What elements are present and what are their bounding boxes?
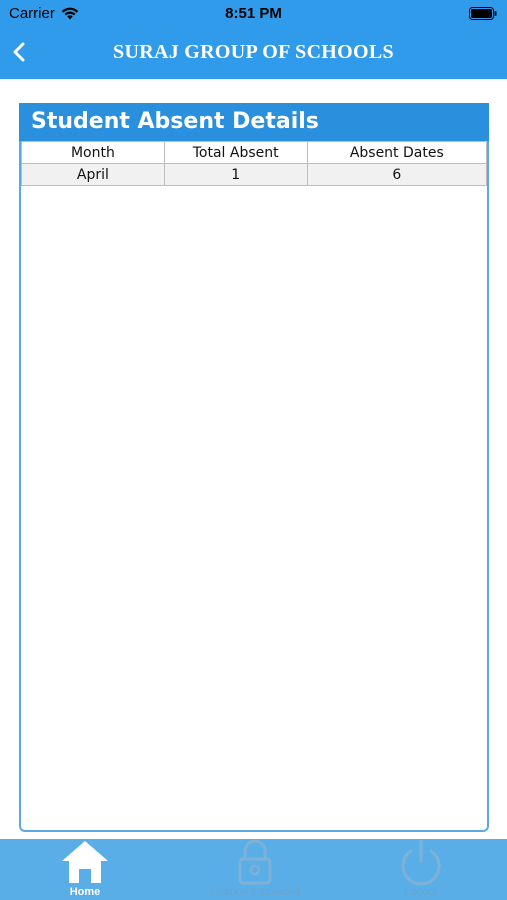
tab-change-password[interactable]: Change Password — [190, 839, 320, 900]
cell-month: April — [21, 163, 165, 186]
power-icon — [401, 839, 441, 886]
clock: 8:51 PM — [225, 5, 282, 22]
page-title: SURAJ GROUP OF SCHOOLS — [113, 41, 394, 63]
table-row[interactable]: April 1 6 — [21, 163, 488, 186]
column-header-month: Month — [21, 141, 165, 164]
tab-change-password-label: Change Password — [210, 886, 300, 898]
battery-icon — [469, 7, 497, 24]
tab-home-label: Home — [69, 886, 101, 898]
status-bar: Carrier 8:51 PM — [0, 0, 507, 28]
top-bar: Carrier 8:51 PM SURAJ GROUP OF SCHOOLS — [0, 0, 507, 79]
navigation-bar: SURAJ GROUP OF SCHOOLS — [0, 28, 507, 79]
column-header-absent-dates: Absent Dates — [306, 141, 488, 164]
card-title: Student Absent Details — [19, 103, 489, 141]
tab-logout[interactable]: Logout — [380, 839, 462, 900]
home-icon — [62, 841, 108, 883]
tab-logout-label: Logout — [404, 886, 438, 898]
absent-table: Month Total Absent Absent Dates April 1 … — [21, 141, 488, 186]
lock-icon — [238, 839, 272, 885]
screen: Carrier 8:51 PM SURAJ GROUP OF SCHOOLS S… — [0, 0, 507, 900]
cell-absent-dates: 6 — [306, 163, 488, 186]
table-header-row: Month Total Absent Absent Dates — [21, 141, 488, 164]
column-header-total-absent: Total Absent — [163, 141, 308, 164]
tab-bar: Home Change Password Logout — [0, 839, 507, 900]
cell-total-absent: 1 — [163, 163, 308, 186]
absent-details-card: Student Absent Details Month Total Absen… — [19, 103, 489, 832]
tab-home[interactable]: Home — [44, 839, 126, 900]
